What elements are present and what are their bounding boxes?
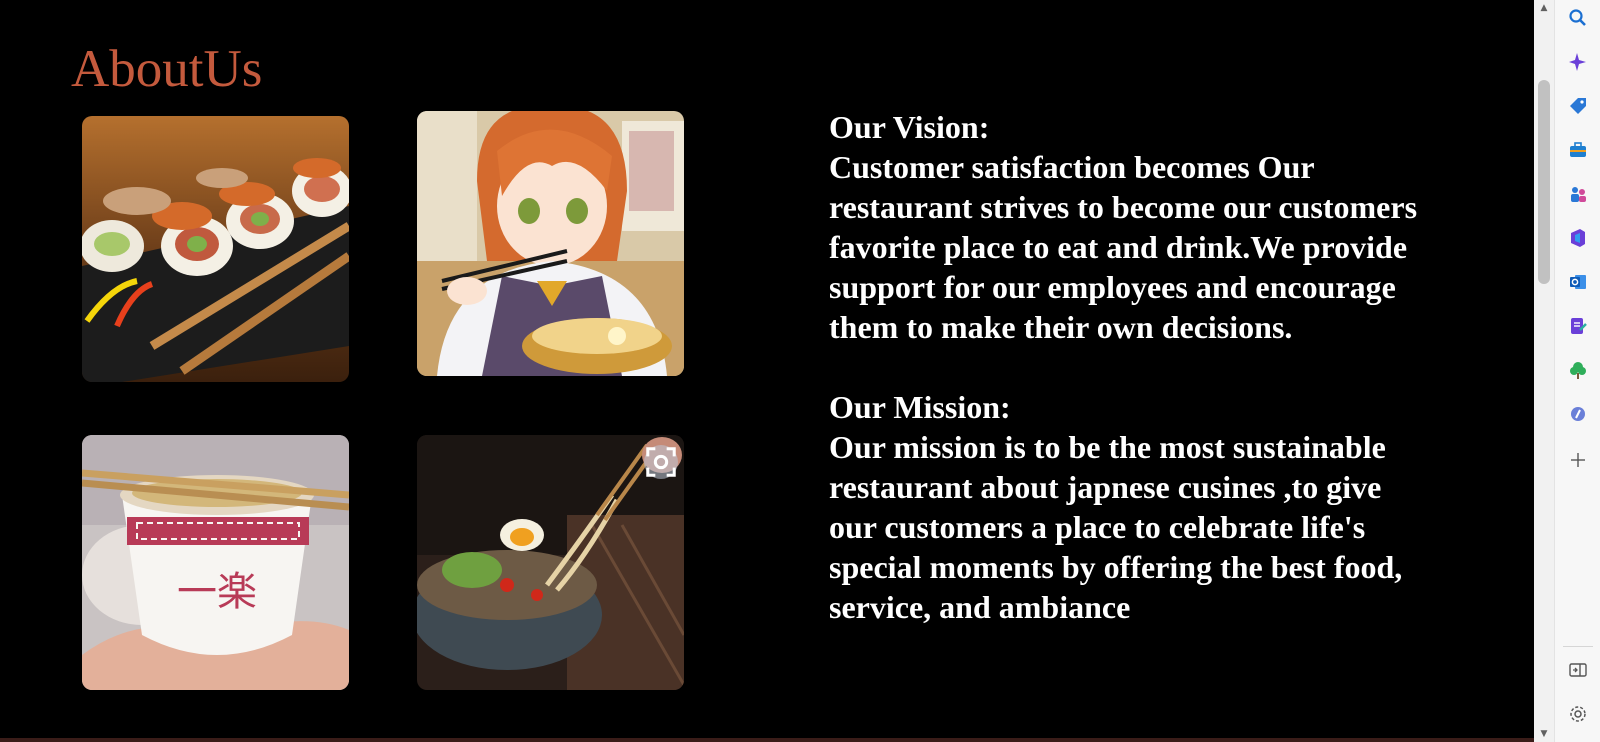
page-title: AboutUs [71,40,263,98]
sushi-image [82,116,349,382]
bowl-lettering: 一楽 [177,569,257,615]
ramen-bowl-image: 一楽 [82,435,349,690]
shopping-tag-icon[interactable] [1566,94,1590,118]
sidebar-divider [1563,646,1593,647]
scroll-up-arrow[interactable]: ▲ [1534,0,1554,16]
copilot-icon[interactable] [1566,50,1590,74]
office-icon[interactable] [1566,226,1590,250]
scroll-down-arrow[interactable]: ▼ [1534,726,1554,742]
mission-body: Our mission is to be the most sustainabl… [829,429,1403,625]
discover-icon[interactable] [1566,402,1590,426]
add-icon[interactable] [1566,448,1590,472]
drop-icon[interactable] [1566,314,1590,338]
games-icon[interactable] [1566,182,1590,206]
footer-edge [0,738,1534,742]
toolbox-icon[interactable] [1566,138,1590,162]
lens-icon [646,447,676,477]
mission-heading: Our Mission: [829,389,1011,425]
page-scrollbar[interactable]: ▲ ▼ [1534,0,1554,742]
search-icon[interactable] [1566,6,1590,30]
vision-heading: Our Vision: [829,109,990,145]
about-text: Our Vision: Customer satisfaction become… [829,107,1429,627]
browser-sidebar [1554,0,1600,742]
anime-girl-image [417,111,684,376]
visual-search-button[interactable] [644,445,678,479]
settings-icon[interactable] [1566,702,1590,726]
vision-body: Customer satisfaction becomes Our restau… [829,149,1418,345]
scrollbar-thumb[interactable] [1538,80,1550,284]
tree-icon[interactable] [1566,358,1590,382]
ramen-chopsticks-image [417,435,684,690]
split-screen-icon[interactable] [1566,658,1590,682]
page: AboutUs 一楽 Our Vision: Customer satisfac… [0,0,1534,742]
outlook-icon[interactable] [1566,270,1590,294]
